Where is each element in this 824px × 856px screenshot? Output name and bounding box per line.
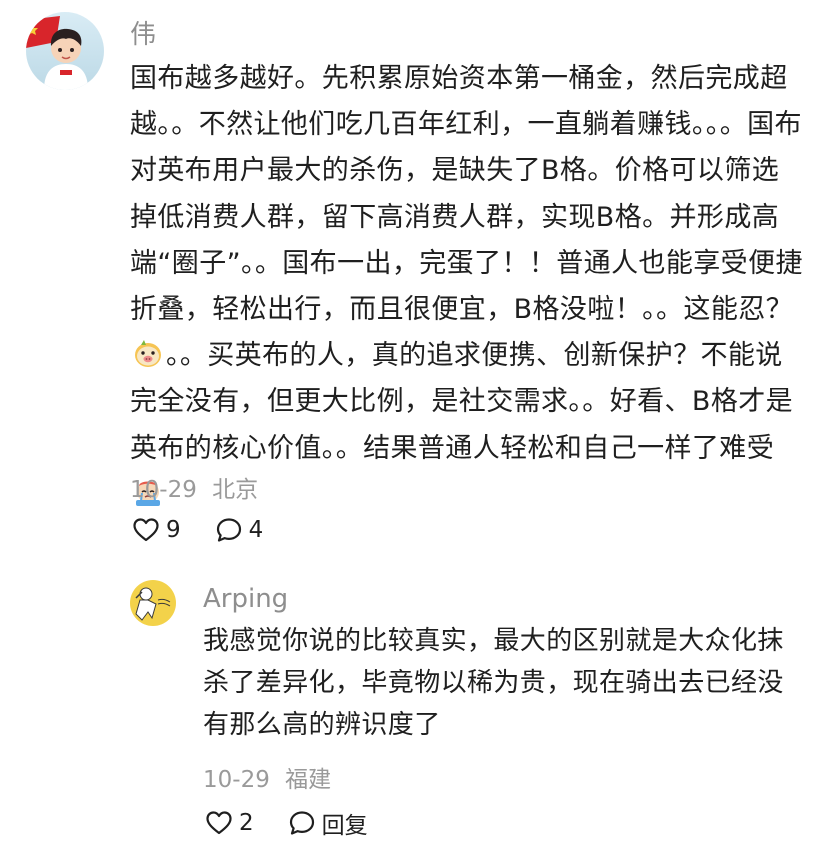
user-avatar-illustration — [26, 12, 104, 90]
reply-button[interactable]: 回复 — [288, 806, 368, 840]
reply-avatar[interactable] — [130, 580, 176, 626]
user-avatar-illustration — [130, 580, 176, 626]
comment-body: 国布越多越好。先积累原始资本第一桶金，然后完成超越。。不然让他们吃几百年红利，一… — [130, 56, 806, 518]
reply-date: 10-29 — [203, 767, 270, 793]
speech-bubble-icon — [289, 811, 314, 835]
like-button[interactable]: 9 — [132, 516, 181, 544]
reply-body: 我感觉你说的比较真实，最大的区别就是大众化抹杀了差异化，毕竟物以稀为贵，现在骑出… — [203, 626, 784, 740]
heart-outline-icon — [206, 811, 232, 835]
comment-actions: 9 4 — [132, 516, 297, 544]
reply-count-button[interactable]: 4 — [215, 516, 264, 544]
like-button[interactable]: 2 — [205, 809, 254, 837]
username[interactable]: 伟 — [130, 14, 156, 51]
comment-location: 北京 — [212, 477, 259, 503]
comment-text-part-2: 。。买英布的人，真的追求便携、创新保护？不能说完全没有，但更大比例，是社交需求。… — [130, 340, 794, 464]
heart-outline-icon — [133, 518, 159, 542]
reply-label: 回复 — [321, 813, 368, 839]
reply-meta: 10-29 福建 — [203, 760, 331, 794]
reply-count: 4 — [248, 517, 264, 543]
reply-actions: 2 回复 — [205, 806, 402, 840]
like-count: 2 — [239, 810, 254, 836]
like-count: 9 — [166, 517, 181, 543]
comment-date: 10-29 — [130, 477, 197, 503]
speech-bubble-icon — [216, 518, 241, 542]
comment-meta: 10-29 北京 — [130, 470, 258, 504]
avatar[interactable] — [26, 12, 104, 90]
reply-username[interactable]: Arping — [203, 584, 288, 614]
pig-face-emoji — [133, 339, 163, 369]
comment-text-part-1: 国布越多越好。先积累原始资本第一桶金，然后完成超越。。不然让他们吃几百年红利，一… — [130, 63, 803, 326]
reply-location: 福建 — [285, 767, 332, 793]
